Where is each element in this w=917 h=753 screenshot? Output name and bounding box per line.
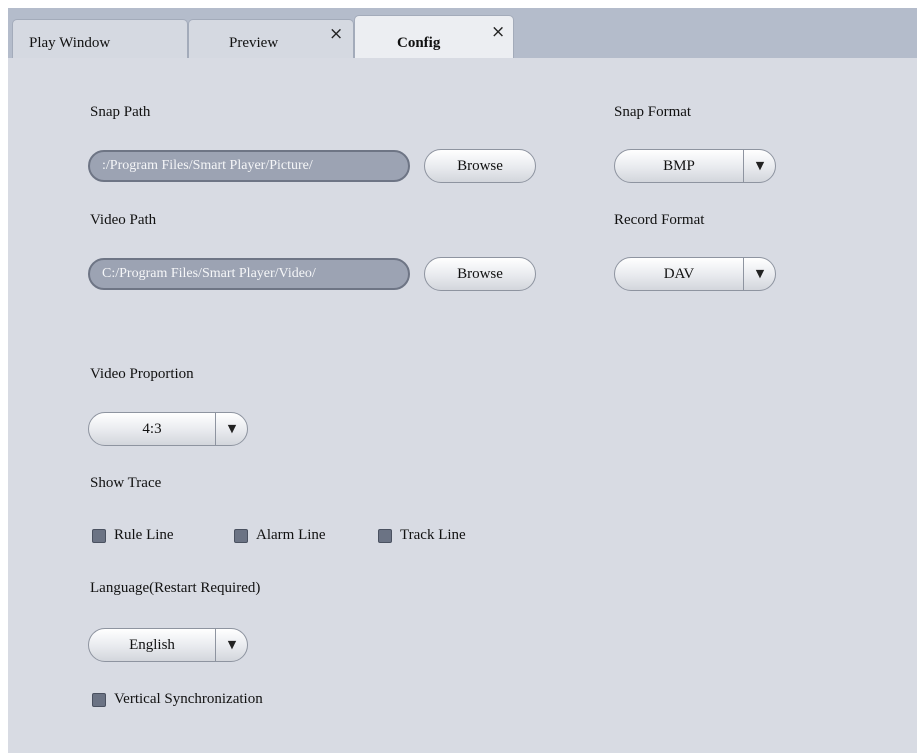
video-path-field[interactable]: C:/Program Files/Smart Player/Video/ [88, 258, 410, 290]
show-trace-label: Show Trace [90, 475, 162, 491]
snap-path-field[interactable]: :/Program Files/Smart Player/Picture/ [88, 150, 410, 182]
track-line-label: Track Line [400, 527, 466, 543]
tab-preview[interactable]: Preview × [188, 19, 354, 58]
rule-line-checkbox[interactable] [92, 529, 106, 543]
select-divider [743, 150, 744, 182]
video-path-label: Video Path [90, 212, 157, 228]
record-format-label: Record Format [614, 212, 705, 228]
chevron-down-icon[interactable]: ▼ [746, 150, 774, 182]
snap-format-value: BMP [663, 158, 695, 174]
select-divider [215, 629, 216, 661]
snap-browse-button[interactable]: Browse [424, 149, 536, 183]
chevron-down-icon[interactable]: ▼ [218, 629, 246, 661]
tab-label: Config [397, 35, 441, 51]
vertical-sync-label: Vertical Synchronization [114, 691, 263, 707]
video-proportion-label: Video Proportion [90, 366, 194, 382]
tab-play-window[interactable]: Play Window [12, 19, 188, 58]
chevron-down-icon[interactable]: ▼ [218, 413, 246, 445]
snap-format-label: Snap Format [614, 104, 692, 120]
close-icon[interactable]: × [329, 26, 343, 43]
video-proportion-value: 4:3 [142, 421, 162, 437]
track-line-checkbox[interactable] [378, 529, 392, 543]
video-browse-button[interactable]: Browse [424, 257, 536, 291]
alarm-line-label: Alarm Line [256, 527, 326, 543]
record-format-value: DAV [663, 266, 695, 282]
snap-format-select[interactable]: BMP ▼ [614, 149, 776, 183]
chevron-down-icon[interactable]: ▼ [746, 258, 774, 290]
vertical-sync-checkbox[interactable] [92, 693, 106, 707]
alarm-line-checkbox[interactable] [234, 529, 248, 543]
tab-config[interactable]: Config × [354, 15, 514, 58]
record-format-select[interactable]: DAV ▼ [614, 257, 776, 291]
language-select[interactable]: English ▼ [88, 628, 248, 662]
close-icon[interactable]: × [491, 24, 505, 41]
video-proportion-select[interactable]: 4:3 ▼ [88, 412, 248, 446]
select-divider [743, 258, 744, 290]
language-label: Language(Restart Required) [90, 580, 261, 596]
tab-bar: Play Window Preview × Config × [8, 8, 917, 58]
language-value: English [129, 637, 175, 653]
tab-label: Preview [229, 35, 279, 51]
snap-path-label: Snap Path [90, 104, 151, 120]
select-divider [215, 413, 216, 445]
rule-line-label: Rule Line [114, 527, 174, 543]
config-window: Play Window Preview × Config × Snap Path… [8, 8, 917, 753]
tab-label: Play Window [29, 35, 111, 51]
